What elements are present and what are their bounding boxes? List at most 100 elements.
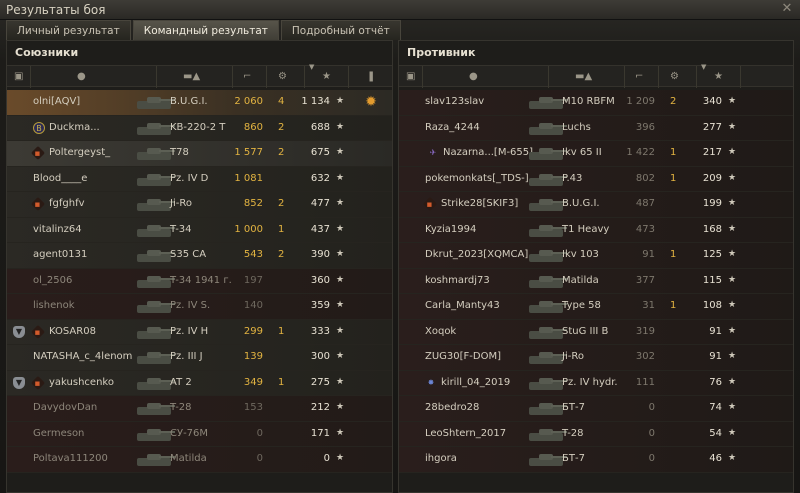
- player-row[interactable]: Xoqok StuG III B 319 91 ★: [399, 319, 793, 345]
- xp-value: 275: [310, 376, 330, 388]
- xp-star-icon: ★: [336, 198, 345, 208]
- player-name: Dkrut_2023[XQMCA]: [425, 249, 529, 260]
- player-row[interactable]: slav123slav M10 RBFM 1 209 2 340 ★: [399, 90, 793, 116]
- xp-star-icon: ★: [336, 147, 345, 157]
- tab-detailed-report[interactable]: Подробный отчёт: [280, 20, 401, 40]
- vehicle-icon: [133, 374, 175, 394]
- player-row[interactable]: Poltava111200 Matilda 0 0 ★: [7, 447, 392, 473]
- vehicle-icon: [525, 170, 567, 190]
- sort-player-header[interactable]: ●: [31, 66, 157, 88]
- tab-team-result[interactable]: Командный результат: [132, 20, 279, 40]
- player-row[interactable]: Kyzia1994 T1 Heavy 473 168 ★: [399, 217, 793, 243]
- player-row[interactable]: ▼ ◆ KOSAR08 Pz. IV H 299 1 333 ★: [7, 319, 392, 345]
- player-name: koshmardj73: [425, 274, 490, 286]
- clan-shield-icon: ▼: [13, 376, 25, 389]
- vehicle-icon: [525, 246, 567, 266]
- enemies-header: ▣ ● ▬▲ ⌐ ⚙ ★ ▼: [399, 63, 793, 88]
- player-row[interactable]: Raza_4244 Luchs 396 277 ★: [399, 115, 793, 141]
- player-name: Duckma...: [49, 121, 100, 133]
- close-icon[interactable]: ✕: [780, 2, 794, 16]
- player-row[interactable]: koshmardj73 Matilda 377 115 ★: [399, 268, 793, 294]
- squad-icon: ▣: [406, 71, 416, 82]
- sort-damage-header[interactable]: ⌐: [233, 66, 267, 88]
- xp-value: 390: [310, 249, 330, 260]
- titlebar: Результаты боя ✕: [0, 0, 800, 20]
- xp-star-icon: ★: [336, 453, 345, 463]
- player-row[interactable]: Carla_Manty43 Type 58 31 1 108 ★: [399, 294, 793, 320]
- player-name: agent0131: [33, 249, 88, 260]
- kills-icon: ⚙: [278, 71, 287, 82]
- player-row[interactable]: ZUG30[F-DOM] Ji-Ro 302 91 ★: [399, 345, 793, 371]
- vehicle-name: Pz. IV S.: [170, 300, 211, 311]
- vehicle-icon: [133, 170, 175, 190]
- sort-kills-header[interactable]: ⚙: [267, 66, 305, 88]
- vehicle-icon: [525, 195, 567, 215]
- vehicle-name: Ikv 103: [562, 249, 599, 260]
- player-row[interactable]: ihgora БТ-7 0 46 ★: [399, 447, 793, 473]
- xp-value: 360: [310, 274, 330, 286]
- xp-star-icon: ★: [728, 402, 737, 412]
- sort-squad-header[interactable]: ▣: [7, 66, 31, 88]
- xp-star-icon: ★: [728, 325, 737, 336]
- damage-value: 91: [642, 249, 655, 260]
- xp-star-icon: ★: [336, 300, 345, 310]
- sort-player-header[interactable]: ●: [423, 66, 549, 88]
- vehicle-icon: [525, 425, 567, 445]
- player-row[interactable]: LeoShtern_2017 T-28 0 54 ★: [399, 421, 793, 447]
- player-row[interactable]: NATASHA_c_4lenom Pz. III J 139 300 ★: [7, 345, 392, 371]
- player-row[interactable]: olni[AQV] B.U.G.I. 2 060 4 1 134 ★ ✹: [7, 90, 392, 116]
- tab-personal-result[interactable]: Личный результат: [6, 20, 131, 40]
- sort-kills-header[interactable]: ⚙: [659, 66, 697, 88]
- vehicle-name: Luchs: [562, 121, 591, 133]
- damage-value: 0: [256, 427, 263, 439]
- xp-value: 0: [323, 453, 330, 464]
- damage-value: 302: [635, 351, 655, 362]
- player-row[interactable]: DavydovDan T-28 153 212 ★: [7, 396, 392, 422]
- xp-star-icon: ★: [336, 249, 345, 259]
- damage-value: 153: [243, 402, 263, 413]
- kills-value: 2: [278, 147, 285, 158]
- player-row[interactable]: 28bedro28 БТ-7 0 74 ★: [399, 396, 793, 422]
- player-row[interactable]: lishenok Pz. IV S. 140 359 ★: [7, 294, 392, 320]
- player-name: Kyzia1994: [425, 223, 477, 235]
- player-row[interactable]: ◆ Poltergeyst_ T78 1 577 2 675 ★: [7, 141, 392, 167]
- sort-vehicle-header[interactable]: ▬▲: [549, 66, 625, 88]
- sort-damage-header[interactable]: ⌐: [625, 66, 659, 88]
- sort-xp-header[interactable]: ★ ▼: [305, 63, 349, 88]
- allies-list: olni[AQV] B.U.G.I. 2 060 4 1 134 ★ ✹ B Duckma...…: [7, 90, 392, 473]
- player-row[interactable]: ▼ ◆ yakushcenko AT 2 349 1 275 ★: [7, 370, 392, 396]
- player-row[interactable]: ✸ kirill_04_2019 Pz. IV hydr. 111 76 ★: [399, 370, 793, 396]
- player-row[interactable]: ol_2506 T-34 1941 г. 197 360 ★: [7, 268, 392, 294]
- xp-star-icon: ★: [728, 198, 737, 208]
- player-row[interactable]: Dkrut_2023[XQMCA] Ikv 103 91 1 125 ★: [399, 243, 793, 269]
- player-row[interactable]: ◆ Strike28[SKIF3] B.U.G.I. 487 199 ★: [399, 192, 793, 218]
- player-row[interactable]: ◆ fgfghfv Ji-Ro 852 2 477 ★: [7, 192, 392, 218]
- player-row[interactable]: vitalinz64 T-34 1 000 1 437 ★: [7, 217, 392, 243]
- vehicle-icon: [133, 297, 175, 317]
- rank-diamond-icon: ◆: [30, 196, 46, 212]
- sort-squad-header[interactable]: ▣: [399, 66, 423, 88]
- sort-xp-header[interactable]: ★ ▼: [697, 63, 741, 88]
- vehicle-name: БТ-7: [562, 402, 585, 413]
- player-row[interactable]: agent0131 S35 CA 543 2 390 ★: [7, 243, 392, 269]
- xp-star-icon: ★: [336, 351, 345, 361]
- player-icon: ●: [77, 71, 86, 82]
- sort-medal-header[interactable]: ❚: [349, 66, 394, 88]
- xp-star-icon: ★: [336, 96, 345, 106]
- player-row[interactable]: Blood____e Pz. IV D 1 081 632 ★: [7, 166, 392, 192]
- xp-star-icon: ★: [714, 71, 723, 82]
- damage-value: 349: [243, 376, 263, 388]
- xp-value: 91: [709, 351, 722, 362]
- player-row[interactable]: pokemonkats[_TDS-] P.43 802 1 209 ★: [399, 166, 793, 192]
- player-row[interactable]: B Duckma... KB-220-2 T 860 2 688 ★: [7, 115, 392, 141]
- player-row[interactable]: ✈ Nazarna...[M-655] Ikv 65 II 1 422 1 217 ★: [399, 141, 793, 167]
- rank-diamond-icon: ◆: [30, 324, 46, 339]
- vehicle-name: Pz. III J: [170, 351, 203, 362]
- sort-vehicle-header[interactable]: ▬▲: [157, 66, 233, 88]
- xp-value: 217: [702, 147, 722, 158]
- xp-value: 76: [709, 376, 722, 388]
- vehicle-name: T-34: [170, 223, 192, 235]
- damage-value: 111: [635, 376, 655, 388]
- player-row[interactable]: Germeson СУ-76М 0 171 ★: [7, 421, 392, 447]
- player-name: Raza_4244: [425, 121, 480, 133]
